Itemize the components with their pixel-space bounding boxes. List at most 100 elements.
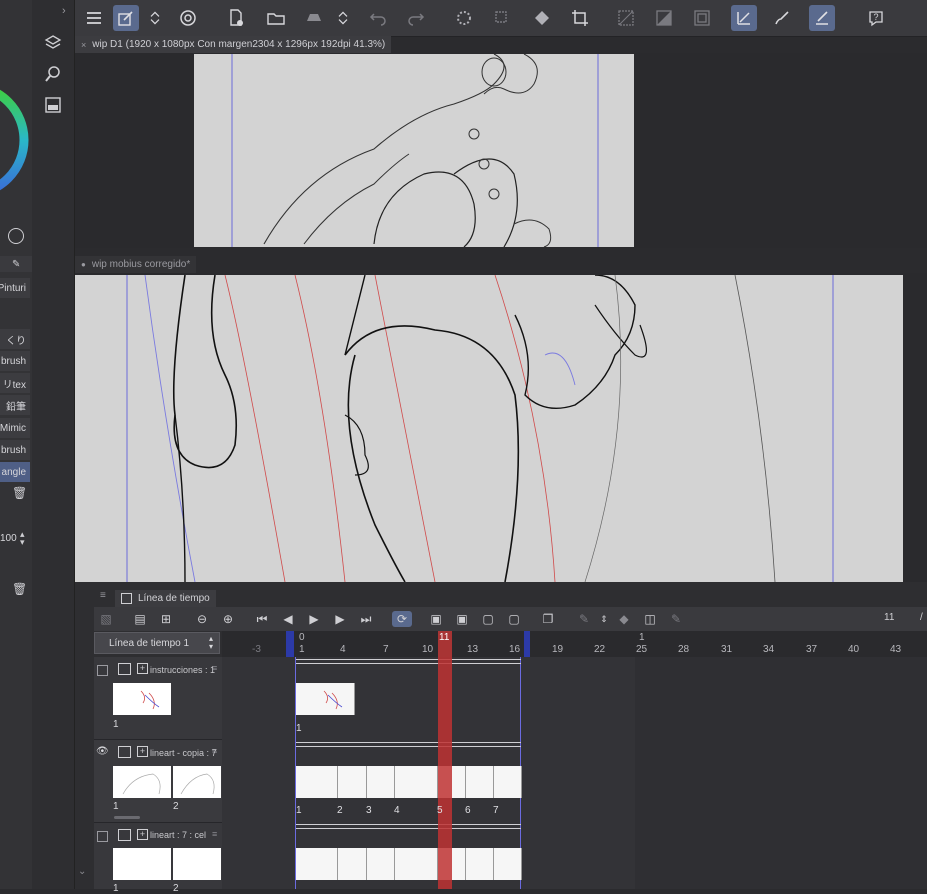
fill-icon[interactable] [529,5,555,31]
expand-icon[interactable]: + [137,663,148,674]
cel-frame[interactable] [338,848,367,880]
chevron-updown-icon[interactable] [335,5,351,31]
new-cel-icon[interactable]: ▣ [428,611,444,627]
invert-selection-icon[interactable] [651,5,677,31]
timeline-ruler[interactable]: 0 11 1 -3 1 4 7 10 13 16 19 22 25 28 31 … [222,631,927,657]
play-circle-icon[interactable] [8,228,24,244]
spiral-icon[interactable] [175,5,201,31]
canvas-area-1[interactable] [75,53,927,248]
crop-icon[interactable] [567,5,593,31]
keyframe-icon[interactable]: ◆ [616,611,632,627]
trash-icon[interactable]: 🗑 [12,582,27,596]
loop-icon[interactable]: ⟳ [392,611,412,627]
cel-clear-icon[interactable]: ▢ [506,611,522,627]
frame-settings-icon[interactable]: ▤ [132,611,148,627]
zoom-in-icon[interactable]: ⊕ [220,611,236,627]
brush-item-5[interactable]: 鉛筆 [0,395,30,415]
cel-frame[interactable] [395,766,438,798]
loading-icon[interactable] [451,5,477,31]
cel-frame[interactable] [494,766,522,798]
playhead-line[interactable] [438,657,452,889]
brush-item-7[interactable]: brush [0,440,30,460]
edit-mode-icon[interactable] [113,5,139,31]
brush-item-1[interactable]: Pinturi [0,278,30,298]
pen-line-icon[interactable] [809,5,835,31]
open-folder-icon[interactable] [263,5,289,31]
border-selection-icon[interactable] [689,5,715,31]
color-wheel[interactable] [0,60,32,220]
brush-item-4[interactable]: リtex [0,373,30,393]
image-icon[interactable]: ▧ [98,611,114,627]
chevron-down-icon[interactable]: ⌄ [78,866,86,877]
cel-frame[interactable] [466,848,494,880]
visibility-checkbox[interactable] [97,831,108,842]
cel-frame[interactable] [296,683,355,715]
timeline-tab[interactable]: Línea de tiempo [115,590,216,607]
prev-frame-icon[interactable]: ◀ [280,611,296,627]
redo-icon[interactable] [403,5,429,31]
onion-skin-icon[interactable]: ❐ [540,611,556,627]
pencil-icon[interactable]: ✎ [668,611,684,627]
brush-item-6[interactable]: Mimic [0,418,30,438]
cel-frame[interactable] [367,766,395,798]
close-icon[interactable]: × [81,40,86,50]
zoom-out-icon[interactable]: ⊖ [194,611,210,627]
next-frame-icon[interactable]: ▶ [332,611,348,627]
opacity-value[interactable]: 100 [0,533,17,544]
layers-icon[interactable] [44,34,62,52]
expand-icon[interactable]: + [137,829,148,840]
chevron-updown-icon: ▴ ▾ [208,634,213,651]
cel-frame[interactable] [395,848,438,880]
search-icon[interactable] [44,65,62,83]
expand-icon[interactable]: › [62,5,66,17]
cel-frame[interactable] [367,848,395,880]
chevron-updown-icon[interactable] [147,5,163,31]
first-frame-icon[interactable]: ⏮ [254,611,270,627]
expand-icon[interactable]: + [137,746,148,757]
cel-frame[interactable] [338,766,367,798]
track-thumbnail[interactable] [113,766,171,798]
menu-icon[interactable] [81,5,107,31]
cel-frame[interactable] [466,766,494,798]
visibility-checkbox[interactable] [97,665,108,676]
navigator-icon[interactable] [44,96,62,114]
ruler-pen-icon[interactable] [731,5,757,31]
cel-frame[interactable] [296,848,338,880]
brush-icon[interactable] [769,5,795,31]
play-icon[interactable]: ▶ [306,611,322,627]
canvas-paper-1[interactable] [194,53,634,248]
cel-frame[interactable] [296,766,338,798]
stepper-icon[interactable]: ▴ ▾ [20,530,25,547]
clear-selection-icon[interactable] [613,5,639,31]
brush-item-8[interactable]: angle [0,462,30,482]
cel-frame[interactable] [494,848,522,880]
camera-icon[interactable]: ✎ [576,611,592,627]
timeline-select[interactable]: Línea de tiempo 1 ▴ ▾ [94,632,220,654]
canvas-area-2[interactable] [75,273,927,583]
undo-icon[interactable] [365,5,391,31]
track-thumbnail[interactable] [113,848,171,880]
panel-menu-icon[interactable]: ≡ [100,590,106,601]
track-thumbnail[interactable] [173,766,221,798]
new-file-icon[interactable] [223,5,249,31]
track-thumbnail[interactable] [113,683,171,715]
save-icon[interactable] [301,5,327,31]
brush-item-2[interactable]: くり [0,329,30,349]
track-menu-icon[interactable]: ≡ [212,829,217,839]
keyframe-edit-icon[interactable]: ◫ [642,611,658,627]
document-tab-2[interactable]: ● wip mobius corregido* [75,256,197,273]
cel-specify-icon[interactable]: ▢ [480,611,496,627]
canvas-paper-2[interactable] [75,274,903,583]
trash-icon[interactable]: 🗑 [12,486,27,500]
help-icon[interactable]: ? [863,5,889,31]
transform-icon[interactable] [489,5,515,31]
add-frame-icon[interactable]: ⊞ [158,611,174,627]
add-cel-icon[interactable]: ▣ [454,611,470,627]
document-tab-1[interactable]: × wip D1 (1920 x 1080px Con margen2304 x… [75,36,392,53]
brush-item-3[interactable]: brush [0,351,30,371]
eye-icon[interactable]: 👁 [96,746,109,757]
chevron-updown-icon[interactable]: ⇕ [596,611,612,627]
track-thumbnail[interactable] [173,848,221,880]
last-frame-icon[interactable]: ⏭ [358,611,374,627]
pen-icon[interactable]: ✎ [12,259,20,270]
